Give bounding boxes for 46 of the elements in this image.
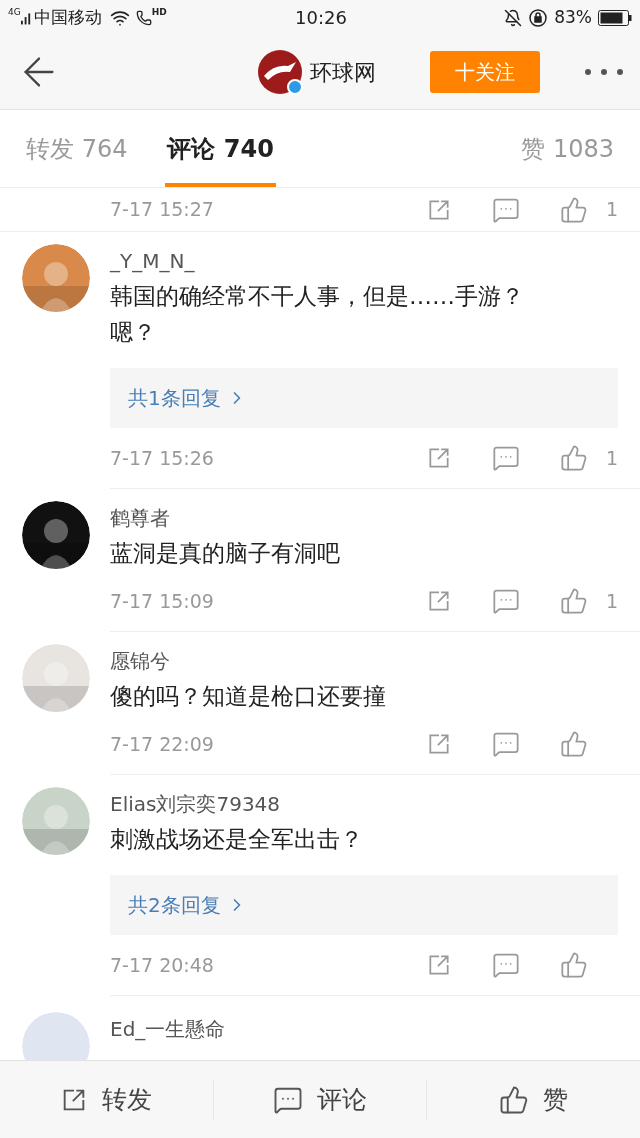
action-button[interactable]: 转发 — [0, 1079, 213, 1120]
hd-label: HD — [151, 6, 167, 19]
like-count: 1 — [604, 445, 618, 471]
username[interactable]: Elias刘宗奕79348 — [110, 791, 618, 817]
comment-icon[interactable] — [492, 730, 520, 758]
battery-percent: 83% — [554, 5, 592, 29]
comment-text: 刺激战场还是全军出击？ — [110, 825, 364, 854]
comment-icon[interactable] — [492, 951, 520, 979]
comment-text: 韩国的确经常不干人事，但是……手游？嗯？ — [110, 282, 525, 347]
like-count: 1 — [604, 588, 618, 614]
more-icon[interactable] — [584, 68, 624, 76]
username[interactable]: Ed_一生懸命 — [110, 1016, 226, 1042]
carrier: 中国移动 — [33, 5, 102, 29]
like-icon[interactable] — [560, 444, 588, 472]
account-name[interactable]: 环球网 — [310, 55, 376, 89]
phone-icon — [135, 9, 152, 26]
comment-icon[interactable] — [492, 587, 520, 615]
comment-text: 蓝洞是真的脑子有洞吧 — [110, 539, 341, 568]
signal-icon — [20, 10, 32, 25]
battery-icon — [598, 9, 632, 26]
like-icon[interactable] — [560, 195, 588, 224]
action-button[interactable]: 评论 — [212, 1079, 427, 1120]
network-type: 4G — [8, 6, 21, 19]
bell-off-icon — [504, 8, 523, 27]
username[interactable]: 鹤尊者 — [110, 505, 618, 531]
comment-time: 7-17 15:09 — [110, 588, 214, 614]
like-count: 1 — [604, 197, 618, 223]
like-icon[interactable] — [560, 951, 588, 979]
like-icon — [499, 1084, 530, 1115]
comment-time: 7-17 22:09 — [110, 731, 214, 757]
account-logo-icon[interactable] — [258, 50, 302, 94]
username[interactable]: 愿锦兮 — [110, 648, 618, 674]
like-icon[interactable] — [560, 730, 588, 758]
clock: 10:26 — [295, 6, 347, 30]
replies-link[interactable]: 共2条回复 — [110, 875, 618, 935]
action-button[interactable]: 赞 — [426, 1079, 640, 1120]
username[interactable]: _Y_M_N_ — [110, 248, 618, 274]
like-icon[interactable] — [560, 587, 588, 615]
replies-link[interactable]: 共1条回复 — [110, 368, 618, 428]
comment-time: 7-17 20:48 — [110, 952, 214, 978]
comment-icon[interactable] — [492, 444, 520, 472]
comment-time: 7-17 15:26 — [110, 445, 214, 471]
comment-time: 7-17 15:27 — [110, 197, 214, 223]
tab[interactable]: 评论 740 — [165, 110, 276, 187]
comment-text: 傻的吗？知道是枪口还要撞 — [110, 682, 387, 711]
rotation-lock-icon — [528, 7, 549, 28]
